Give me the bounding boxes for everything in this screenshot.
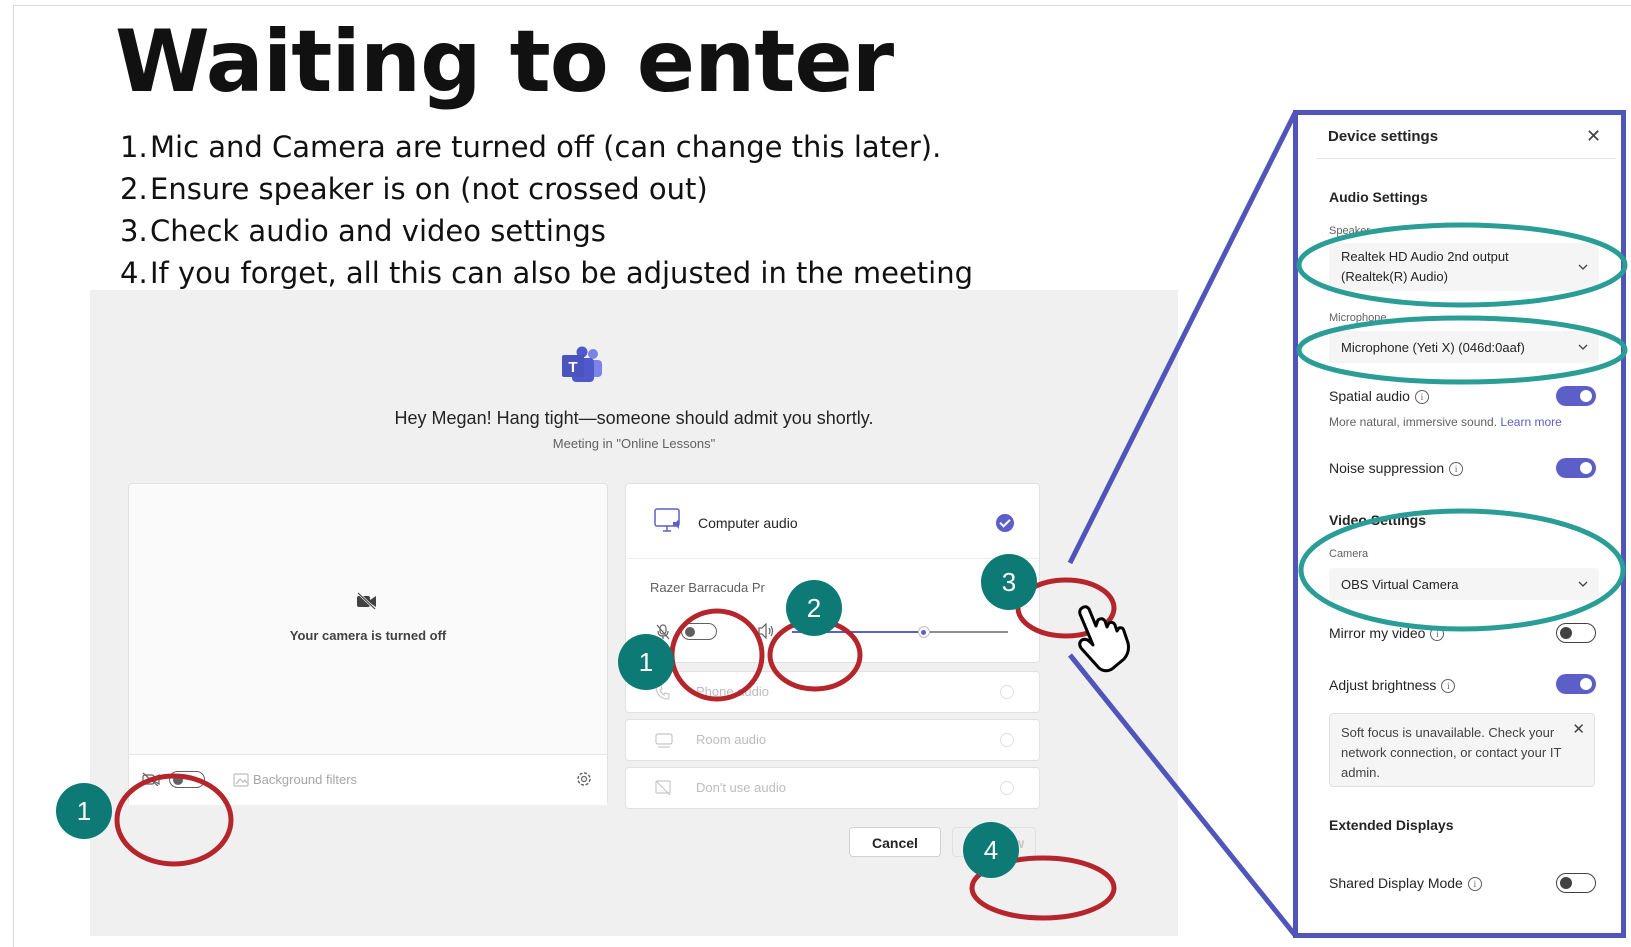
adjust-brightness-row: Adjust brightness i — [1329, 677, 1456, 693]
learn-more-link[interactable]: Learn more — [1500, 415, 1561, 429]
audio-device-name: Razer Barracuda Pr — [650, 580, 765, 595]
slide-title: Waiting to enter — [115, 12, 894, 112]
camera-select-value: OBS Virtual Camera — [1341, 576, 1459, 592]
svg-text:T: T — [568, 359, 577, 376]
phone-audio-radio[interactable] — [1000, 685, 1014, 699]
step-badge-3: 3 — [981, 554, 1037, 610]
mirror-video-toggle[interactable] — [1556, 623, 1596, 643]
slide: Waiting to enter 1.Mic and Camera are tu… — [0, 0, 1631, 947]
camera-off-text: Your camera is turned off — [289, 628, 447, 643]
steps-list: 1.Mic and Camera are turned off (can cha… — [120, 126, 973, 294]
close-icon[interactable]: ✕ — [1572, 722, 1585, 737]
close-icon[interactable]: ✕ — [1586, 127, 1601, 145]
room-audio-label: Room audio — [696, 732, 767, 747]
microphone-label: Microphone — [1329, 312, 1387, 324]
no-audio-label: Don't use audio — [696, 780, 786, 795]
camera-off-icon — [357, 592, 376, 610]
device-settings-body: Device settings ✕ Audio Settings Speaker… — [1298, 115, 1621, 933]
no-audio-icon — [655, 780, 671, 796]
computer-audio-label: Computer audio — [698, 515, 798, 531]
shared-display-toggle[interactable] — [1556, 873, 1596, 893]
room-audio-radio[interactable] — [1000, 733, 1014, 747]
noise-suppression-row: Noise suppression i — [1329, 460, 1464, 476]
chevron-down-icon — [1578, 264, 1588, 270]
shared-display-row: Shared Display Mode i — [1329, 875, 1482, 891]
chevron-down-icon — [1578, 344, 1588, 350]
camera-off-icon — [142, 772, 160, 786]
noise-suppression-toggle[interactable] — [1556, 458, 1596, 478]
chevron-down-icon — [1578, 581, 1588, 587]
spatial-audio-description: More natural, immersive sound. Learn mor… — [1329, 415, 1562, 429]
step-badge-4: 4 — [963, 822, 1019, 878]
extended-displays-heading: Extended Displays — [1329, 817, 1454, 833]
phone-audio-label: Phone audio — [696, 684, 770, 699]
teams-logo-icon: T — [562, 346, 602, 382]
step-badge-1: 1 — [56, 783, 112, 839]
phone-audio-option[interactable]: Phone audio — [625, 671, 1040, 713]
lobby-greeting: Hey Megan! Hang tight—someone should adm… — [394, 408, 874, 428]
speaker-label: Speaker — [1329, 225, 1370, 237]
microphone-select-value: Microphone (Yeti X) (046d:0aaf) — [1341, 339, 1525, 355]
adjust-brightness-toggle[interactable] — [1556, 674, 1596, 694]
mirror-video-row: Mirror my video i — [1329, 625, 1445, 641]
step-badge-2: 2 — [786, 580, 842, 636]
info-icon[interactable]: i — [1430, 627, 1445, 641]
no-audio-radio[interactable] — [1000, 781, 1014, 795]
step-badge-1: 1 — [618, 634, 674, 690]
step-item: 3.Check audio and video settings — [120, 214, 606, 248]
meeting-subtitle: Meeting in "Online Lessons" — [552, 436, 716, 451]
speaker-select-value: Realtek HD Audio 2nd output (Realtek(R) … — [1341, 249, 1509, 284]
camera-select[interactable]: OBS Virtual Camera — [1329, 568, 1599, 600]
video-preview-card: Your camera is turned off Background fil… — [128, 483, 608, 805]
room-audio-option[interactable]: Room audio — [625, 719, 1040, 761]
spatial-audio-row: Spatial audio i — [1329, 388, 1429, 404]
volume-slider-thumb[interactable] — [917, 626, 930, 638]
audio-settings-heading: Audio Settings — [1329, 189, 1428, 205]
divider — [1316, 158, 1616, 159]
room-icon — [655, 733, 673, 748]
device-settings-panel: Device settings ✕ Audio Settings Speaker… — [1293, 110, 1626, 938]
step-item: 1.Mic and Camera are turned off (can cha… — [120, 130, 942, 164]
step-item: 4.If you forget, all this can also be ad… — [120, 256, 974, 290]
computer-audio-row[interactable]: Computer audio — [626, 484, 1039, 559]
info-icon[interactable]: i — [1449, 462, 1464, 476]
cancel-button[interactable]: Cancel — [849, 827, 941, 857]
speaker-select[interactable]: Realtek HD Audio 2nd output (Realtek(R) … — [1329, 243, 1599, 291]
mic-toggle[interactable] — [681, 623, 717, 640]
video-settings-heading: Video Settings — [1329, 512, 1426, 528]
device-settings-title: Device settings — [1328, 128, 1439, 145]
microphone-select[interactable]: Microphone (Yeti X) (046d:0aaf) — [1329, 331, 1599, 363]
step-item: 2.Ensure speaker is on (not crossed out) — [120, 172, 708, 206]
info-icon[interactable]: i — [1414, 390, 1429, 404]
soft-focus-notice: Soft focus is unavailable. Check your ne… — [1329, 713, 1595, 787]
background-filters-icon — [233, 773, 249, 787]
no-audio-option[interactable]: Don't use audio — [625, 767, 1040, 809]
camera-label: Camera — [1329, 548, 1369, 560]
info-icon[interactable]: i — [1467, 877, 1482, 891]
gear-icon[interactable] — [575, 770, 593, 788]
spatial-audio-toggle[interactable] — [1556, 386, 1596, 406]
computer-audio-icon — [654, 508, 680, 532]
camera-toggle[interactable] — [169, 771, 205, 788]
background-filters-label[interactable]: Background filters — [253, 772, 357, 787]
video-toolbar: Background filters — [129, 754, 607, 805]
info-icon[interactable]: i — [1441, 679, 1456, 693]
computer-audio-card[interactable]: Computer audio Razer Barracuda Pr — [625, 483, 1040, 663]
speaker-icon[interactable] — [757, 623, 775, 639]
selected-check-icon — [996, 514, 1014, 532]
